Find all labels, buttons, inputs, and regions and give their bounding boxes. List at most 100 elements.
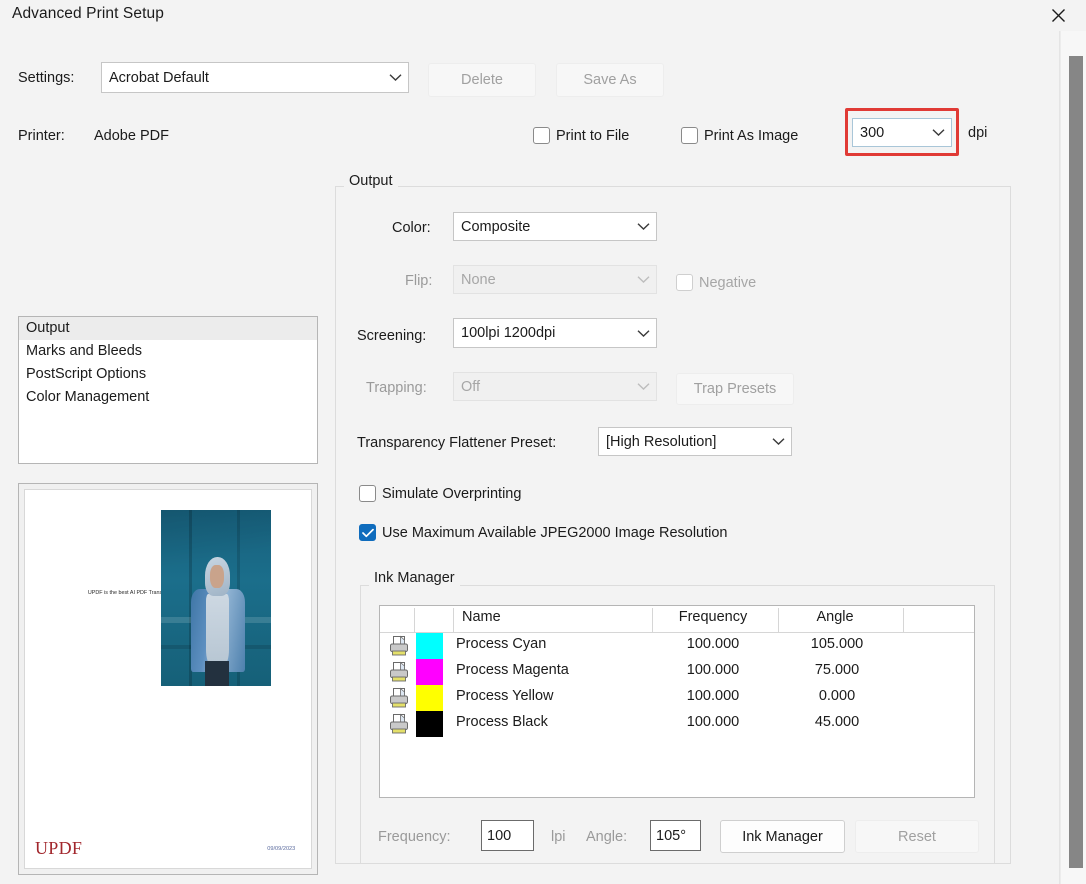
ink-frequency: 100.000 xyxy=(686,714,740,730)
ink-color-swatch xyxy=(416,685,443,711)
print-as-image-checkbox[interactable]: Print As Image xyxy=(681,127,798,144)
jpeg2000-checkbox[interactable]: Use Maximum Available JPEG2000 Image Res… xyxy=(359,524,728,541)
print-to-file-checkbox[interactable]: Print to File xyxy=(533,127,629,144)
sidebar-item-color-management[interactable]: Color Management xyxy=(19,386,317,409)
table-row[interactable]: Process Black 100.000 45.000 xyxy=(380,711,974,737)
screening-dropdown[interactable]: 100lpi 1200dpi xyxy=(453,318,657,348)
screening-value: 100lpi 1200dpi xyxy=(461,325,556,341)
print-to-file-label: Print to File xyxy=(556,127,630,144)
printer-value: Adobe PDF xyxy=(94,128,169,144)
sidebar-item-marks-and-bleeds[interactable]: Marks and Bleeds xyxy=(19,340,317,363)
flattener-label: Transparency Flattener Preset: xyxy=(357,435,557,451)
flip-value: None xyxy=(461,271,496,288)
jpeg2000-label: Use Maximum Available JPEG2000 Image Res… xyxy=(382,524,728,541)
close-icon[interactable] xyxy=(1036,0,1080,31)
flip-dropdown[interactable]: None xyxy=(453,265,657,294)
ink-name: Process Yellow xyxy=(456,688,554,704)
checkbox-box xyxy=(676,274,693,291)
ink-manager-legend: Ink Manager xyxy=(369,570,460,586)
advanced-print-setup-dialog: Advanced Print Setup Settings: Acrobat D… xyxy=(0,0,1086,884)
trapping-label: Trapping: xyxy=(366,380,427,396)
chevron-down-icon xyxy=(925,128,951,137)
ink-name: Process Magenta xyxy=(456,662,569,678)
ink-frequency: 100.000 xyxy=(686,636,740,652)
ink-frequency: 100.000 xyxy=(686,688,740,704)
printer-icon xyxy=(388,635,410,662)
lpi-label: lpi xyxy=(551,829,566,845)
dpi-value: 300 xyxy=(860,124,885,141)
column-header-angle: Angle xyxy=(816,609,854,625)
output-legend: Output xyxy=(344,173,398,189)
preview-page: UPDF is the best AI PDF Translator UPDF … xyxy=(24,489,312,869)
trap-presets-button[interactable]: Trap Presets xyxy=(676,373,794,405)
ink-color-swatch xyxy=(416,711,443,737)
trapping-dropdown[interactable]: Off xyxy=(453,372,657,401)
preview-date: 09/09/2023 xyxy=(267,846,296,853)
ink-name: Process Black xyxy=(456,714,548,730)
settings-label: Settings: xyxy=(18,70,75,86)
checkbox-box xyxy=(533,127,550,144)
printer-label: Printer: xyxy=(18,128,65,144)
trapping-value: Off xyxy=(461,378,481,395)
flattener-value: [High Resolution] xyxy=(606,433,717,450)
dpi-dropdown[interactable]: 300 xyxy=(852,118,952,147)
simulate-overprinting-label: Simulate Overprinting xyxy=(382,485,522,502)
column-header-frequency: Frequency xyxy=(678,609,748,625)
ink-angle: 75.000 xyxy=(814,662,860,678)
title-bar: Advanced Print Setup xyxy=(0,0,1086,31)
table-row[interactable]: Process Cyan 100.000 105.000 xyxy=(380,633,974,659)
angle-label: Angle: xyxy=(586,829,628,845)
sidebar-item-output[interactable]: Output xyxy=(19,317,317,340)
printer-icon xyxy=(388,661,410,688)
scrollbar-thumb[interactable] xyxy=(1069,56,1083,868)
settings-preset-dropdown[interactable]: Acrobat Default xyxy=(101,62,409,93)
ink-table-header: Name Frequency Angle xyxy=(380,606,974,633)
ink-angle: 0.000 xyxy=(818,688,856,704)
ink-angle: 45.000 xyxy=(814,714,860,730)
checkbox-box xyxy=(681,127,698,144)
chevron-down-icon xyxy=(630,382,656,391)
chevron-down-icon xyxy=(630,329,656,338)
settings-category-list[interactable]: Output Marks and Bleeds PostScript Optio… xyxy=(18,316,318,464)
ink-angle: 105.000 xyxy=(810,636,864,652)
screening-label: Screening: xyxy=(357,328,427,344)
print-as-image-label: Print As Image xyxy=(704,127,799,144)
reset-button[interactable]: Reset xyxy=(855,820,979,853)
settings-preset-value: Acrobat Default xyxy=(109,69,209,86)
ink-frequency: 100.000 xyxy=(686,662,740,678)
chevron-down-icon xyxy=(765,437,791,446)
preview-photo xyxy=(160,510,271,686)
color-value: Composite xyxy=(461,218,531,235)
negative-checkbox[interactable]: Negative xyxy=(676,274,756,291)
vertical-scrollbar[interactable] xyxy=(1060,31,1086,884)
chevron-down-icon xyxy=(382,73,408,82)
print-preview: UPDF is the best AI PDF Translator UPDF … xyxy=(18,483,318,875)
column-header-name: Name xyxy=(462,609,501,625)
ink-manager-button[interactable]: Ink Manager xyxy=(720,820,845,853)
ink-table[interactable]: Name Frequency Angle Process Cyan 100.00… xyxy=(379,605,975,798)
printer-icon xyxy=(388,713,410,740)
preview-logo: UPDF xyxy=(35,837,83,858)
checkbox-box xyxy=(359,485,376,502)
chevron-down-icon xyxy=(630,275,656,284)
flip-label: Flip: xyxy=(405,273,433,289)
ink-name: Process Cyan xyxy=(456,636,547,652)
page-title: Advanced Print Setup xyxy=(12,5,164,22)
checkbox-box xyxy=(359,524,376,541)
color-dropdown[interactable]: Composite xyxy=(453,212,657,241)
printer-icon xyxy=(388,687,410,714)
chevron-down-icon xyxy=(630,222,656,231)
ink-color-swatch xyxy=(416,633,443,659)
negative-label: Negative xyxy=(699,274,757,291)
simulate-overprinting-checkbox[interactable]: Simulate Overprinting xyxy=(359,485,521,502)
angle-input[interactable]: 105° xyxy=(650,820,701,851)
table-row[interactable]: Process Magenta 100.000 75.000 xyxy=(380,659,974,685)
color-label: Color: xyxy=(392,220,431,236)
frequency-label: Frequency: xyxy=(378,829,451,845)
delete-button[interactable]: Delete xyxy=(428,63,536,97)
save-as-button[interactable]: Save As xyxy=(556,63,664,97)
flattener-dropdown[interactable]: [High Resolution] xyxy=(598,427,792,456)
frequency-input[interactable]: 100 xyxy=(481,820,534,851)
sidebar-item-postscript-options[interactable]: PostScript Options xyxy=(19,363,317,386)
table-row[interactable]: Process Yellow 100.000 0.000 xyxy=(380,685,974,711)
